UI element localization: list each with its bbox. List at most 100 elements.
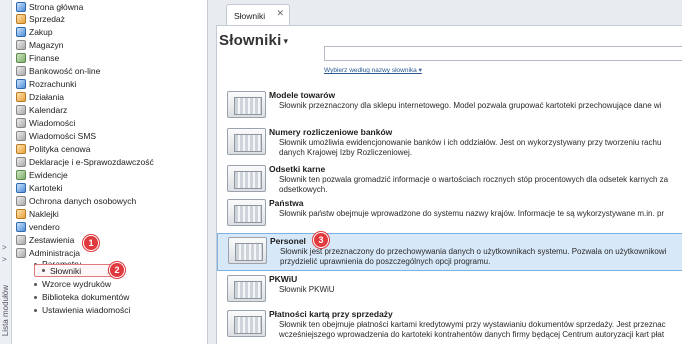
sidebar-item-label: Wiadomości xyxy=(29,118,76,128)
sidebar-item-label: Działania xyxy=(29,92,64,102)
sidebar-item-label: Sprzedaż xyxy=(29,14,65,24)
sidebar-subitem-dictionaries[interactable]: Słowniki xyxy=(34,264,116,277)
step-badge-3: 3 xyxy=(313,232,329,248)
records-icon xyxy=(16,170,26,180)
purchase-icon xyxy=(16,27,26,37)
dictionary-icon xyxy=(227,128,266,155)
list-item[interactable]: PKWiU Słownik PKWiU xyxy=(217,272,682,310)
sidebar-item-label: Strona główna xyxy=(29,2,84,12)
tab-dictionaries[interactable]: Słowniki ✕ xyxy=(226,4,290,26)
dictionary-name: Odsetki karne xyxy=(269,164,326,174)
chevron-down-icon: ▾ xyxy=(283,35,289,46)
sidebar-item-label: Kalendarz xyxy=(29,105,68,115)
finance-icon xyxy=(16,53,26,63)
list-item-selected[interactable]: Personel Słownik jest przeznaczony do pr… xyxy=(217,232,682,271)
search-input[interactable] xyxy=(324,46,682,61)
sidebar-item-calendar[interactable]: Kalendarz xyxy=(16,104,67,116)
vendero-icon xyxy=(16,222,26,232)
sidebar-item-pricing[interactable]: Polityka cenowa xyxy=(16,143,90,155)
list-item[interactable]: Modele towarów Słownik przeznaczony dla … xyxy=(217,88,682,126)
sidebar-item-sms[interactable]: Wiadomości SMS xyxy=(16,130,96,142)
sidebar-item-label: Administracja xyxy=(29,248,81,258)
sidebar-item-declarations[interactable]: Deklaracje i e-Sprawozdawczość xyxy=(16,156,154,168)
bank-icon xyxy=(16,66,26,76)
sidebar-item-finance[interactable]: Finanse xyxy=(16,52,59,64)
warehouse-icon xyxy=(16,40,26,50)
reports-icon xyxy=(16,235,26,245)
sms-icon xyxy=(16,131,26,141)
bullet-icon xyxy=(42,269,45,272)
dictionary-description: Słownik jest przeznaczony do przechowywa… xyxy=(280,247,667,266)
chevron-right-icon[interactable]: > xyxy=(2,243,7,252)
cards-icon xyxy=(16,183,26,193)
dictionary-description: Słownik przeznaczony dla sklepu internet… xyxy=(279,101,662,110)
sidebar: Strona główna Sprzedaż Zakup Magazyn Fin… xyxy=(12,0,208,344)
list-item[interactable]: Państwa Słownik państw obejmuje wprowadz… xyxy=(217,196,682,234)
dictionary-description: Słownik ten obejmuje płatności kartami k… xyxy=(279,320,666,339)
sidebar-item-messages[interactable]: Wiadomości xyxy=(16,117,75,129)
sidebar-item-vendero[interactable]: vendero xyxy=(16,221,60,233)
actions-icon xyxy=(16,92,26,102)
pricing-icon xyxy=(16,144,26,154)
settlements-icon xyxy=(16,79,26,89)
sidebar-item-label: vendero xyxy=(29,222,60,232)
step-badge-2: 2 xyxy=(109,262,125,278)
stickers-icon xyxy=(16,209,26,219)
declarations-icon xyxy=(16,157,26,167)
sidebar-subitem-message-settings[interactable]: Ustawienia wiadomości xyxy=(34,304,130,316)
sidebar-item-label: Deklaracje i e-Sprawozdawczość xyxy=(29,157,154,167)
sidebar-item-purchase[interactable]: Zakup xyxy=(16,26,53,38)
sidebar-item-home[interactable]: Strona główna xyxy=(16,1,83,13)
filter-by-name-link[interactable]: Wybierz według nazwy słownika ▾ xyxy=(324,66,422,74)
step-badge-1: 1 xyxy=(83,235,99,251)
sidebar-subitem-document-library[interactable]: Biblioteka dokumentów xyxy=(34,291,129,303)
bullet-icon xyxy=(34,308,37,312)
dictionary-icon xyxy=(227,91,266,118)
sidebar-item-label: Ewidencje xyxy=(29,170,68,180)
sidebar-item-label: Rozrachunki xyxy=(29,79,77,89)
bullet-icon xyxy=(34,295,37,299)
list-item[interactable]: Numery rozliczeniowe banków Słownik umoż… xyxy=(217,125,682,163)
dictionary-description: Słownik państw obejmuje wprowadzone do s… xyxy=(279,209,665,218)
bullet-icon xyxy=(34,282,37,286)
sidebar-item-label: Naklejki xyxy=(29,209,59,219)
sidebar-item-label: Zestawienia xyxy=(29,235,75,245)
sidebar-item-records[interactable]: Ewidencje xyxy=(16,169,68,181)
close-icon[interactable]: ✕ xyxy=(276,8,284,19)
list-item[interactable]: Odsetki karne Słownik ten pozwala gromad… xyxy=(217,162,682,200)
dictionary-name: Państwa xyxy=(269,198,304,208)
sidebar-item-sales[interactable]: Sprzedaż xyxy=(16,13,65,25)
tab-label: Słowniki xyxy=(234,10,266,21)
dictionary-icon xyxy=(228,237,267,264)
sidebar-item-label: Magazyn xyxy=(29,40,64,50)
sidebar-item-actions[interactable]: Działania xyxy=(16,91,64,103)
page-title[interactable]: Słowniki ▾ xyxy=(219,32,288,49)
list-item[interactable]: Płatności kartą przy sprzedaży Słownik t… xyxy=(217,307,682,344)
dictionary-icon xyxy=(227,310,266,337)
sidebar-item-label: Polityka cenowa xyxy=(29,144,91,154)
dictionary-description: Słownik PKWiU xyxy=(279,285,335,294)
dictionary-name: Modele towarów xyxy=(269,90,336,100)
dictionary-name: PKWiU xyxy=(269,274,298,284)
module-list-strip[interactable]: > > Lista modułów xyxy=(0,0,12,344)
sidebar-item-bank[interactable]: Bankowość on-line xyxy=(16,65,100,77)
chevron-right-icon[interactable]: > xyxy=(2,255,7,264)
sidebar-subitem-print-templates[interactable]: Wzorce wydruków xyxy=(34,278,111,290)
sidebar-item-reports[interactable]: Zestawienia xyxy=(16,234,74,246)
dictionary-description: Słownik umożliwia ewidencjonowanie bankó… xyxy=(279,138,662,157)
dictionary-icon xyxy=(227,275,266,302)
sidebar-item-data-protection[interactable]: Ochrona danych osobowych xyxy=(16,195,136,207)
sidebar-item-stickers[interactable]: Naklejki xyxy=(16,208,59,220)
shield-icon xyxy=(16,196,26,206)
dictionary-icon xyxy=(227,165,266,192)
sidebar-item-warehouse[interactable]: Magazyn xyxy=(16,39,64,51)
sidebar-item-label: Wiadomości SMS xyxy=(29,131,97,141)
sidebar-item-label: Bankowość on-line xyxy=(29,66,101,76)
home-icon xyxy=(16,2,26,12)
dictionaries-panel: Słowniki ▾ Wybierz według nazwy słownika … xyxy=(216,25,682,344)
sidebar-item-settlements[interactable]: Rozrachunki xyxy=(16,78,76,90)
sidebar-item-label: Zakup xyxy=(29,27,53,37)
module-list-label[interactable]: Lista modułów xyxy=(1,285,10,336)
dictionary-name: Personel xyxy=(270,236,306,246)
sidebar-item-cards[interactable]: Kartoteki xyxy=(16,182,63,194)
